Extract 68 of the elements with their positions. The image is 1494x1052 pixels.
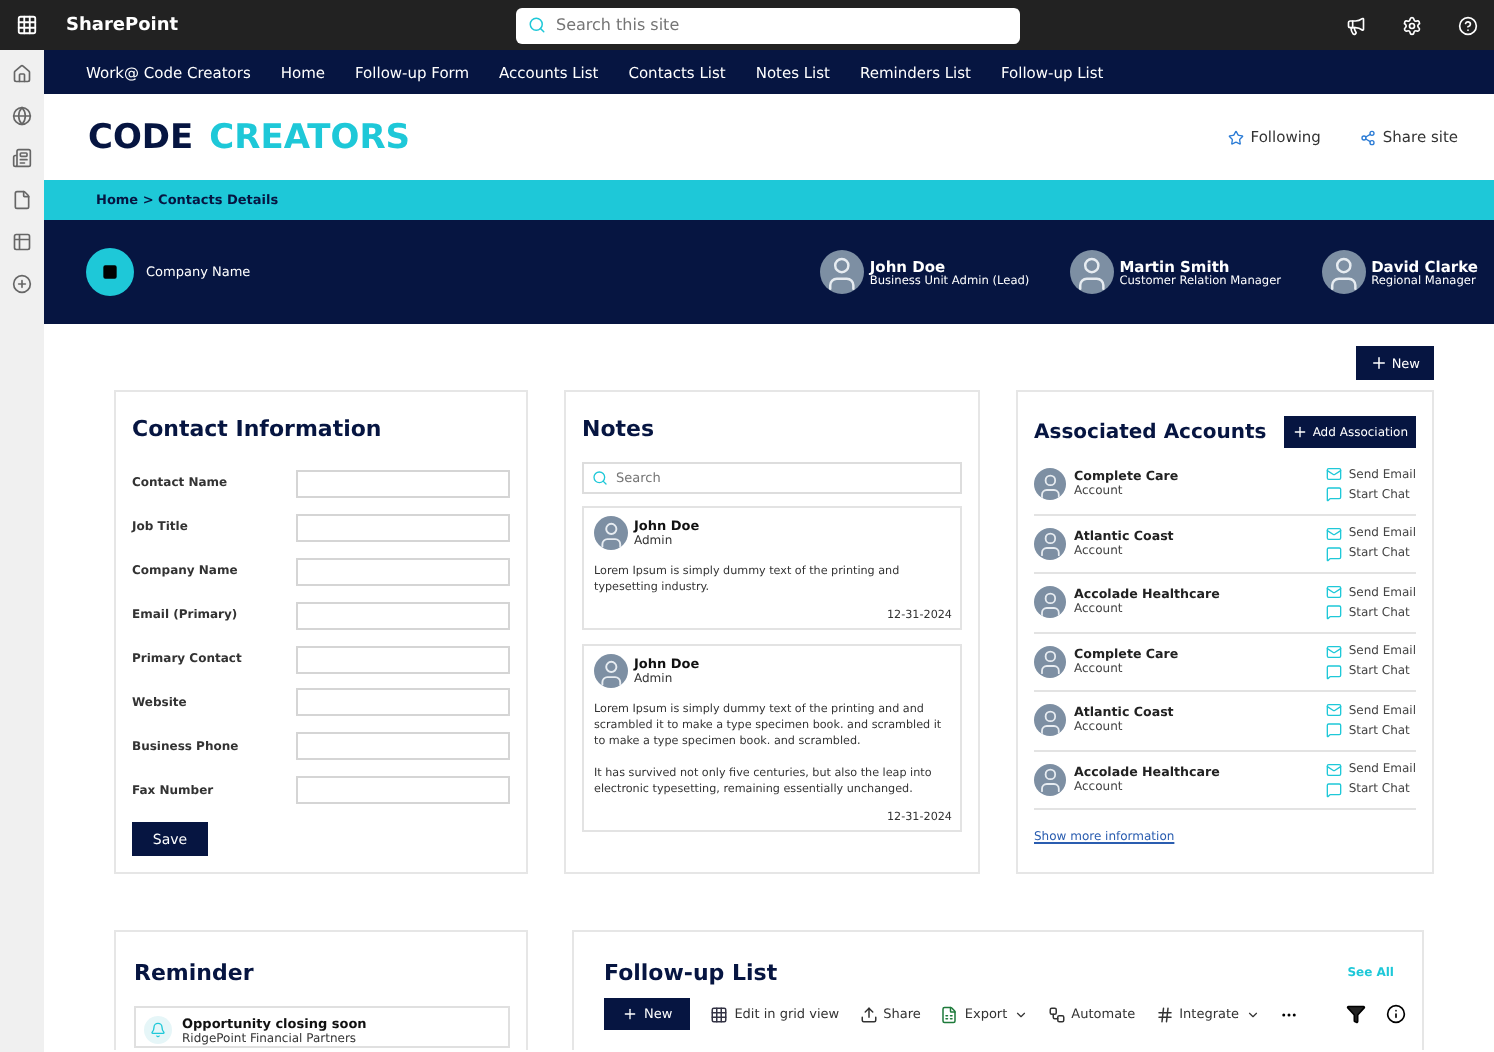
hash-icon — [1155, 1005, 1174, 1023]
plus-icon — [1369, 354, 1388, 372]
avatar — [594, 516, 628, 550]
grid-icon — [710, 1005, 729, 1023]
avatar — [1034, 763, 1066, 796]
avatar — [594, 654, 628, 689]
star-icon — [1228, 129, 1245, 145]
input-field[interactable] — [296, 688, 510, 717]
input-field[interactable] — [296, 645, 510, 673]
avatar — [1034, 586, 1066, 619]
avatar — [819, 250, 864, 294]
chat-icon — [1326, 722, 1343, 739]
mail-icon — [1326, 702, 1343, 719]
filter-icon[interactable] — [1346, 1004, 1366, 1024]
home-icon[interactable] — [12, 64, 32, 84]
page-icon[interactable] — [12, 190, 32, 210]
megaphone-icon[interactable] — [1346, 15, 1366, 35]
avatar — [1034, 468, 1066, 501]
help-icon[interactable] — [1458, 15, 1478, 35]
add-icon[interactable] — [12, 274, 32, 294]
globe-icon[interactable] — [12, 106, 32, 126]
settings-icon[interactable] — [1402, 15, 1422, 35]
chat-icon — [1326, 781, 1343, 798]
mail-icon — [1326, 525, 1343, 542]
search-input[interactable]: Search this site — [556, 16, 1008, 34]
chevron-icon — [1013, 1007, 1028, 1021]
input-field[interactable] — [296, 732, 510, 761]
news-icon[interactable] — [12, 148, 32, 168]
plus-icon — [622, 1006, 638, 1022]
square-icon — [102, 264, 118, 280]
card-title: Follow-up List — [604, 960, 778, 986]
bell-icon — [150, 1022, 166, 1038]
input-field[interactable] — [296, 557, 510, 586]
card-title: Notes — [582, 416, 657, 442]
chat-icon — [1326, 486, 1343, 503]
input-field[interactable] — [296, 469, 510, 498]
info-icon[interactable] — [1386, 1004, 1406, 1024]
search-icon — [592, 470, 608, 486]
chat-icon — [1326, 604, 1343, 621]
search-field[interactable]: Search this site — [516, 7, 1020, 43]
app-launcher-icon[interactable] — [16, 14, 38, 36]
avatar — [1034, 645, 1066, 678]
input-field[interactable] — [296, 776, 510, 805]
avatar — [1034, 704, 1066, 737]
card-title: Contact Information — [132, 416, 384, 442]
chevron-icon — [1245, 1007, 1260, 1021]
card-title: Reminder — [134, 960, 256, 986]
avatar — [1069, 250, 1114, 294]
search-icon — [528, 16, 546, 34]
chat-icon — [1326, 545, 1343, 562]
input-field[interactable] — [296, 513, 510, 542]
plus-icon — [1292, 424, 1309, 440]
mail-icon — [1326, 643, 1343, 660]
mail-icon — [1326, 584, 1343, 601]
share-icon — [859, 1005, 878, 1023]
avatar — [1321, 250, 1366, 294]
site-logo: CODE CREATORS — [88, 117, 411, 157]
mail-icon — [1326, 466, 1343, 483]
chat-icon — [1326, 663, 1343, 680]
flow-icon — [1047, 1005, 1066, 1023]
app-name: SharePoint — [66, 15, 181, 35]
card-title: Associated Accounts — [1034, 421, 1267, 443]
list-icon[interactable] — [12, 232, 32, 252]
spreadsheet-icon — [940, 1005, 959, 1023]
mail-icon — [1326, 761, 1343, 778]
avatar — [1034, 527, 1066, 560]
share-icon — [1360, 129, 1377, 145]
input-field[interactable] — [296, 601, 510, 630]
